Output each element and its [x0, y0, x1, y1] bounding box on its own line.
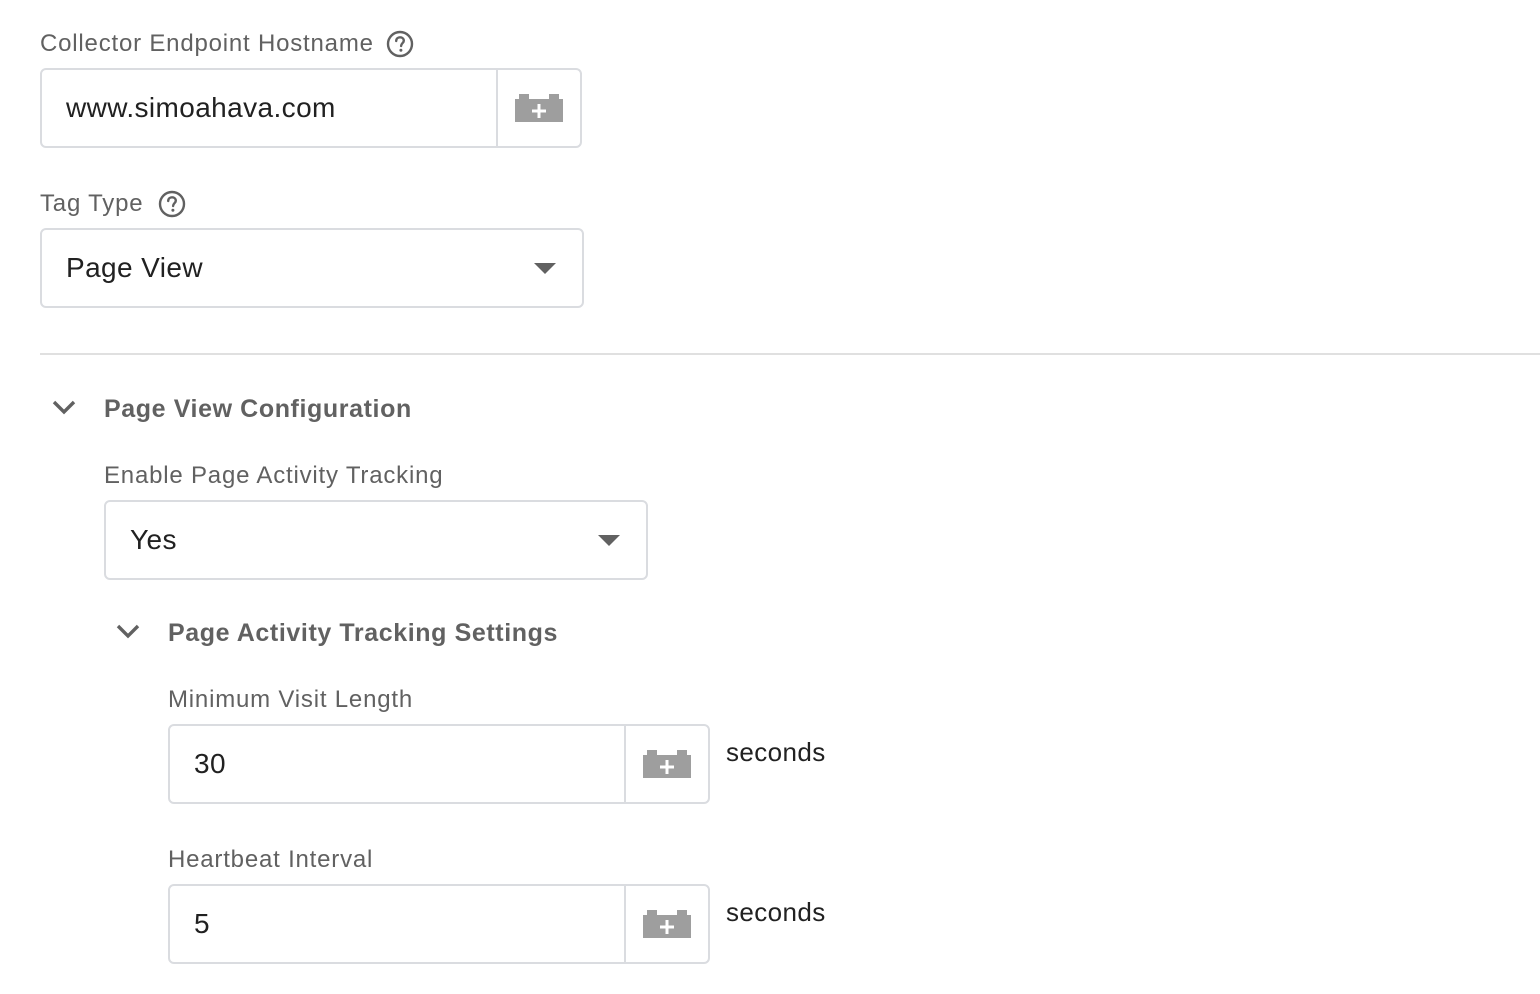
dropdown-arrow-icon — [598, 535, 620, 546]
heartbeat-unit: seconds — [726, 897, 826, 927]
activity-settings-title[interactable]: Page Activity Tracking Settings — [168, 618, 558, 648]
variable-brick-icon — [515, 94, 563, 122]
collector-endpoint-input[interactable]: www.simoahava.com — [66, 70, 336, 146]
help-circle-icon[interactable] — [158, 190, 186, 218]
collector-endpoint-field[interactable]: www.simoahava.com — [40, 68, 582, 148]
page-view-config-title[interactable]: Page View Configuration — [104, 394, 412, 424]
insert-variable-button[interactable] — [496, 70, 580, 146]
insert-variable-button[interactable] — [624, 726, 708, 802]
enable-activity-label: Enable Page Activity Tracking — [104, 462, 444, 489]
min-visit-label: Minimum Visit Length — [168, 686, 413, 713]
section-divider — [40, 353, 1540, 355]
chevron-down-icon[interactable] — [114, 622, 142, 642]
help-circle-icon[interactable] — [386, 30, 414, 58]
enable-activity-selected-value: Yes — [130, 524, 177, 555]
tag-type-label: Tag Type — [40, 190, 144, 217]
min-visit-field[interactable]: 30 — [168, 724, 710, 804]
collector-endpoint-label: Collector Endpoint Hostname — [40, 30, 374, 57]
min-visit-unit: seconds — [726, 737, 826, 767]
heartbeat-input[interactable]: 5 — [194, 886, 210, 962]
chevron-down-icon[interactable] — [50, 398, 78, 418]
dropdown-arrow-icon — [534, 263, 556, 274]
heartbeat-field[interactable]: 5 — [168, 884, 710, 964]
tag-type-select[interactable]: Page View — [40, 228, 584, 308]
tag-type-selected-value: Page View — [66, 252, 203, 283]
min-visit-input[interactable]: 30 — [194, 726, 226, 802]
insert-variable-button[interactable] — [624, 886, 708, 962]
variable-brick-icon — [643, 750, 691, 778]
heartbeat-label: Heartbeat Interval — [168, 846, 374, 873]
variable-brick-icon — [643, 910, 691, 938]
enable-activity-select[interactable]: Yes — [104, 500, 648, 580]
